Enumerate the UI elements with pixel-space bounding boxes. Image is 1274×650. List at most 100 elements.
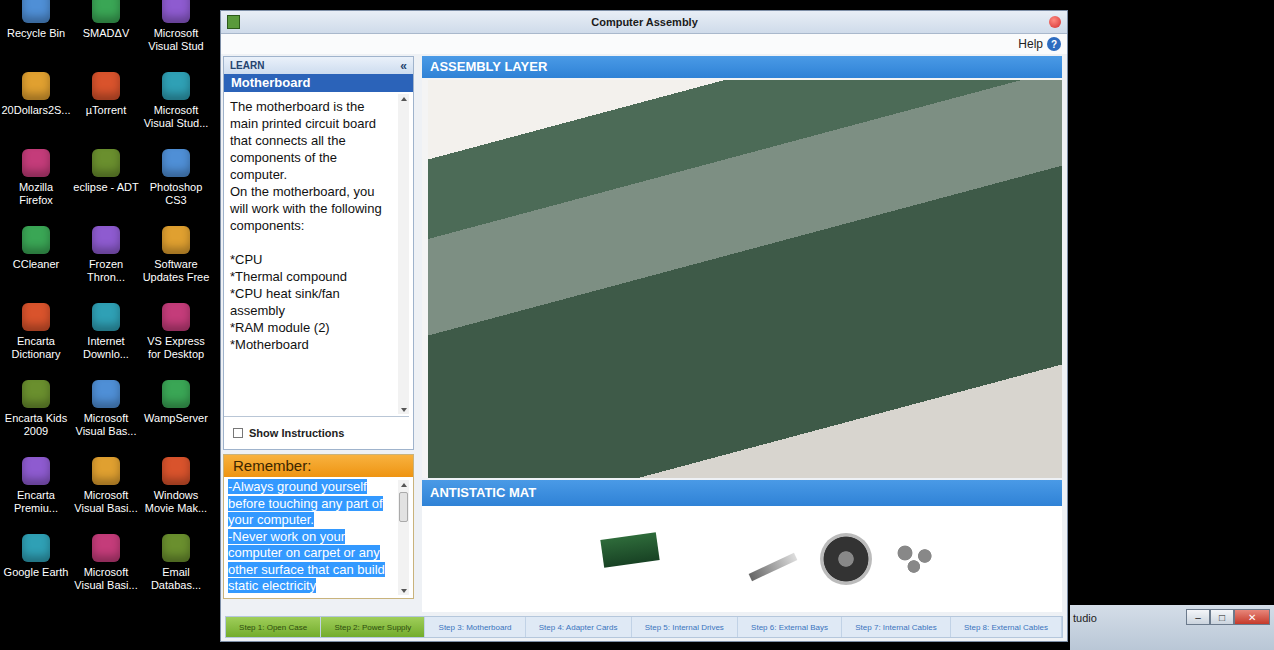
window-button[interactable]: – — [1186, 609, 1210, 625]
collapse-button[interactable]: « — [400, 59, 407, 73]
desktop-icon[interactable]: Photoshop CS3 — [141, 146, 211, 223]
motherboard-photo — [428, 80, 1062, 478]
desktop-icon[interactable]: Microsoft Visual Stud — [141, 0, 211, 69]
desktop-icon[interactable]: Encarta Dictionary — [1, 300, 71, 377]
checkbox-label: Show Instructions — [249, 427, 344, 439]
antistatic-mat — [422, 506, 1062, 612]
background-window[interactable]: tudio–□✕ — [1070, 605, 1274, 650]
desktop-icon[interactable]: Internet Downlo... — [71, 300, 141, 377]
scroll-down-icon[interactable] — [398, 585, 409, 595]
ram-photo[interactable] — [600, 532, 659, 568]
component-item: *Motherboard — [230, 336, 394, 353]
desktop-icon[interactable]: Software Updates Free — [141, 223, 211, 300]
app-icon — [227, 15, 240, 29]
app-icon — [92, 380, 120, 408]
step-tab[interactable]: Step 3: Motherboard — [425, 617, 525, 637]
desktop-icon[interactable]: WampServer — [141, 377, 211, 454]
scrollbar[interactable] — [398, 94, 409, 414]
desktop-icon[interactable]: eclipse - ADT — [71, 146, 141, 223]
desktop-icon[interactable]: µTorrent — [71, 69, 141, 146]
step-tab[interactable]: Step 2: Power Supply — [321, 617, 425, 637]
step-tab[interactable]: Step 7: Internal Cables — [842, 617, 951, 637]
remember-content: -Always ground yourself before touching … — [224, 477, 413, 598]
step-tab[interactable]: Step 4: Adapter Cards — [526, 617, 632, 637]
title-bar[interactable]: Computer Assembly — [221, 11, 1067, 34]
app-icon — [22, 0, 50, 23]
app-icon — [22, 72, 50, 100]
desktop-icon[interactable]: Email Databas... — [141, 531, 211, 608]
scroll-up-icon[interactable] — [398, 480, 409, 490]
desktop-icon-label: Microsoft Visual Stud... — [141, 104, 211, 130]
desktop-icon-label: Recycle Bin — [1, 27, 71, 40]
desktop-icon-label: VS Express for Desktop — [141, 335, 211, 361]
desktop-icon[interactable]: Microsoft Visual Basi... — [71, 531, 141, 608]
desktop-icon-label: Encarta Premiu... — [1, 489, 71, 515]
remember-line: -Never work on your computer on carpet o… — [228, 529, 396, 595]
screws-photo[interactable] — [894, 544, 938, 574]
learn-title: LEARN — [230, 60, 264, 71]
scroll-down-icon[interactable] — [398, 404, 409, 414]
checkbox[interactable] — [233, 428, 243, 438]
desktop-icon[interactable]: Google Earth — [1, 531, 71, 608]
desktop-icon[interactable]: Frozen Thron... — [71, 223, 141, 300]
desktop-icon-label: WampServer — [141, 412, 211, 425]
desktop-icon[interactable]: Mozilla Firefox — [1, 146, 71, 223]
desktop-icon[interactable]: VS Express for Desktop — [141, 300, 211, 377]
scroll-up-icon[interactable] — [398, 94, 409, 104]
desktop-icon[interactable]: Microsoft Visual Basi... — [71, 454, 141, 531]
window-buttons: –□✕ — [1186, 609, 1270, 625]
learn-content: The motherboard is the main printed circ… — [224, 92, 409, 417]
desktop-icon[interactable]: Encarta Premiu... — [1, 454, 71, 531]
app-icon — [162, 380, 190, 408]
help-link[interactable]: Help — [1018, 37, 1043, 51]
desktop-icon-label: Encarta Kids 2009 — [1, 412, 71, 438]
app-icon — [92, 226, 120, 254]
topic-title: Motherboard — [224, 74, 413, 92]
thermal-paste-photo[interactable] — [749, 553, 798, 581]
desktop-icon[interactable]: Microsoft Visual Bas... — [71, 377, 141, 454]
desktop-icon-label: Encarta Dictionary — [1, 335, 71, 361]
desktop-icon[interactable]: SMADΔV — [71, 0, 141, 69]
step-tab[interactable]: Step 1: Open Case — [226, 617, 321, 637]
desktop-icon[interactable]: CCleaner — [1, 223, 71, 300]
show-instructions[interactable]: Show Instructions — [224, 417, 413, 449]
desktop-icon[interactable]: Microsoft Visual Stud... — [141, 69, 211, 146]
step-tab[interactable]: Step 5: Internal Drives — [632, 617, 738, 637]
app-icon — [92, 0, 120, 23]
app-icon — [92, 534, 120, 562]
right-panel: ASSEMBLY LAYERANTISTATIC MAT — [422, 56, 1062, 612]
desktop-icon[interactable]: 20Dollars2S... — [1, 69, 71, 146]
assembly-layer[interactable] — [422, 78, 1062, 478]
step-tab[interactable]: Step 6: External Bays — [738, 617, 842, 637]
app-icon — [162, 149, 190, 177]
step-tab[interactable]: Step 8: External Cables — [951, 617, 1062, 637]
window-title: Computer Assembly — [240, 16, 1049, 28]
desktop-icon[interactable]: Recycle Bin — [1, 0, 71, 69]
desktop-icon[interactable]: Windows Movie Mak... — [141, 454, 211, 531]
desktop-icon[interactable]: Encarta Kids 2009 — [1, 377, 71, 454]
remember-header: Remember: — [224, 455, 413, 477]
heatsink-fan-photo[interactable] — [820, 533, 872, 585]
app-icon — [92, 457, 120, 485]
component-item: *Thermal compound — [230, 268, 394, 285]
desktop-icon-label: µTorrent — [71, 104, 141, 117]
app-icon — [22, 457, 50, 485]
scrollbar[interactable] — [398, 480, 409, 595]
window-button[interactable]: ✕ — [1234, 609, 1270, 625]
help-icon[interactable]: ? — [1047, 37, 1061, 51]
desktop-icon-label: Windows Movie Mak... — [141, 489, 211, 515]
desktop-icon-label: 20Dollars2S... — [1, 104, 71, 117]
app-icon — [162, 457, 190, 485]
desktop-icon-label: Microsoft Visual Basi... — [71, 566, 141, 592]
desktop-icon-label: CCleaner — [1, 258, 71, 271]
desktop-icon-label: Mozilla Firefox — [1, 181, 71, 207]
desktop-icon-label: Photoshop CS3 — [141, 181, 211, 207]
remember-text[interactable]: -Always ground yourself before touching … — [224, 477, 398, 598]
desktop-icon-label: eclipse - ADT — [71, 181, 141, 194]
remember-panel: Remember:-Always ground yourself before … — [223, 454, 414, 599]
window-body: LEARN «MotherboardThe motherboard is the … — [221, 54, 1067, 612]
window-button[interactable]: □ — [1210, 609, 1234, 625]
app-icon — [22, 226, 50, 254]
close-button[interactable] — [1049, 16, 1061, 28]
learn-paragraph: On the motherboard, you will work with t… — [230, 183, 394, 234]
